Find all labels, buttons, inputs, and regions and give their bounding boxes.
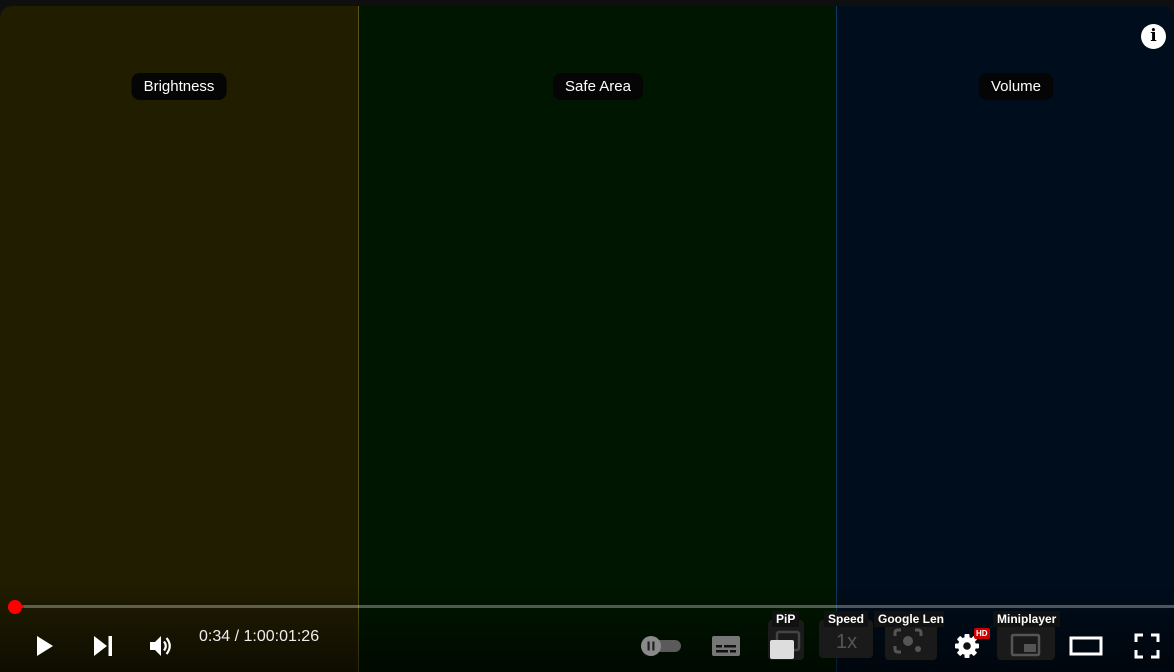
subtitles-button[interactable]: [710, 632, 742, 660]
volume-icon: [150, 636, 171, 656]
theater-mode-button[interactable]: [1068, 631, 1104, 661]
subtitles-icon: [712, 636, 740, 656]
volume-label: Volume: [978, 73, 1054, 100]
time-display: 0:34 / 1:00:01:26: [199, 628, 320, 645]
speed-value: 1x: [836, 631, 858, 653]
speed-tooltip: Speed: [824, 611, 869, 627]
brightness-label: Brightness: [131, 73, 227, 100]
miniplayer-tooltip: Miniplayer: [993, 611, 1061, 627]
theater-mode-icon: [1069, 636, 1103, 656]
pip-tooltip: PiP: [772, 611, 800, 627]
autoplay-toggle-icon: [641, 636, 681, 656]
brightness-zone[interactable]: Brightness: [0, 6, 359, 672]
google-lens-tooltip: Google Len: [874, 611, 944, 627]
play-button[interactable]: [30, 632, 58, 660]
skip-next-icon: [94, 636, 112, 656]
info-icon[interactable]: i: [1141, 24, 1166, 49]
next-button[interactable]: [89, 632, 117, 660]
hd-badge: HD: [974, 628, 990, 639]
safe-area-zone[interactable]: Safe Area: [359, 6, 837, 672]
progress-scrubber[interactable]: [8, 600, 22, 614]
video-player[interactable]: Brightness Safe Area Volume i: [0, 6, 1174, 672]
fullscreen-button[interactable]: [1131, 631, 1163, 661]
autoplay-toggle[interactable]: [639, 634, 683, 658]
safe-area-label: Safe Area: [553, 73, 643, 100]
play-icon: [37, 636, 53, 656]
fullscreen-icon: [1134, 633, 1160, 659]
volume-zone[interactable]: Volume: [837, 6, 1174, 672]
progress-bar[interactable]: [13, 605, 1174, 608]
volume-button[interactable]: [146, 631, 176, 661]
